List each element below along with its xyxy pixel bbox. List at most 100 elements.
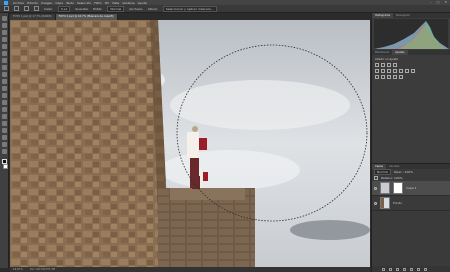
type-tool-icon[interactable]: [1, 121, 7, 126]
lock-icon[interactable]: [374, 176, 378, 180]
posterize-icon[interactable]: [381, 75, 385, 79]
color-lookup-icon[interactable]: [411, 69, 415, 73]
height-label: Altura:: [147, 6, 158, 11]
document-info[interactable]: Doc: 68,7M/137,3M: [30, 268, 55, 271]
zoom-level[interactable]: 16,67%: [13, 268, 23, 271]
tools-panel: [0, 13, 9, 268]
menu-edit[interactable]: Edición: [27, 1, 38, 5]
layer-row[interactable]: Fondo: [372, 196, 450, 211]
healing-brush-tool-icon[interactable]: [1, 58, 7, 63]
brush-tool-icon[interactable]: [1, 65, 7, 70]
new-layer-icon[interactable]: [417, 267, 420, 271]
layer-mask-thumbnail[interactable]: [393, 182, 403, 194]
black-white-icon[interactable]: [393, 69, 397, 73]
right-panels: Histograma Navegador Bibliotecas Ajustes…: [371, 13, 450, 272]
gradient-map-icon[interactable]: [393, 75, 397, 79]
document-tabs: FOTO 1.psd @ 17,7% (RGB/8) FOTO 2.psd @ …: [10, 13, 370, 20]
new-adjustment-icon[interactable]: [403, 267, 406, 271]
blend-mode-select[interactable]: Normal: [374, 169, 391, 175]
gradient-tool-icon[interactable]: [1, 93, 7, 98]
minimize-button[interactable]: –: [430, 0, 432, 4]
document-canvas[interactable]: [10, 20, 370, 267]
lasso-tool-icon[interactable]: [1, 30, 7, 35]
opacity-control[interactable]: Opac.: 100%: [394, 170, 413, 174]
feather-label: Calar:: [44, 6, 53, 11]
channel-mixer-icon[interactable]: [405, 69, 409, 73]
crop-tool-icon[interactable]: [1, 44, 7, 49]
move-tool-icon[interactable]: [1, 16, 7, 21]
path-select-tool-icon[interactable]: [1, 128, 7, 133]
layer-name[interactable]: Fondo: [393, 201, 402, 205]
fill-control[interactable]: Relleno: 100%: [381, 176, 403, 180]
menu-layer[interactable]: Capa: [55, 1, 63, 5]
add-mask-icon[interactable]: [396, 267, 399, 271]
width-label: Anchura:: [129, 6, 143, 11]
vibrance-icon[interactable]: [375, 69, 379, 73]
color-balance-icon[interactable]: [387, 69, 391, 73]
shape-tool-icon[interactable]: [1, 135, 7, 140]
style-select[interactable]: Normal: [107, 5, 125, 12]
maximize-button[interactable]: □: [437, 0, 440, 4]
visibility-eye-icon[interactable]: [374, 186, 377, 190]
menu-filter[interactable]: Filtro: [94, 1, 101, 5]
eraser-tool-icon[interactable]: [1, 86, 7, 91]
red-bag: [203, 172, 208, 181]
red-bag-strap: [199, 138, 207, 150]
quick-select-tool-icon[interactable]: [1, 37, 7, 42]
hand-tool-icon[interactable]: [1, 142, 7, 147]
photo-filter-icon[interactable]: [399, 69, 403, 73]
menu-type[interactable]: Texto: [66, 1, 74, 5]
eyedropper-tool-icon[interactable]: [1, 51, 7, 56]
visibility-eye-icon[interactable]: [374, 201, 377, 205]
tab-histogram[interactable]: Histograma: [372, 13, 394, 18]
link-layers-icon[interactable]: [382, 267, 385, 271]
menu-file[interactable]: Archivo: [13, 1, 24, 5]
brightness-contrast-icon[interactable]: [375, 63, 379, 67]
menu-window[interactable]: Ventana: [122, 1, 134, 5]
close-button[interactable]: ✕: [444, 0, 447, 4]
zoom-tool-icon[interactable]: [1, 149, 7, 154]
hue-saturation-icon[interactable]: [381, 69, 385, 73]
marquee-tool-icon[interactable]: [1, 23, 7, 28]
new-group-icon[interactable]: [410, 267, 413, 271]
history-brush-tool-icon[interactable]: [1, 79, 7, 84]
layer-style-icon[interactable]: [389, 267, 392, 271]
menu-3d[interactable]: 3D: [105, 1, 109, 5]
dark-cloud: [290, 220, 370, 240]
photoshop-logo-icon[interactable]: [4, 0, 8, 5]
layer-name[interactable]: Capa 1: [406, 186, 417, 190]
threshold-icon[interactable]: [387, 75, 391, 79]
feather-input[interactable]: 0 px: [57, 5, 71, 12]
histogram: [374, 19, 449, 49]
layer-row[interactable]: Capa 1: [372, 181, 450, 196]
new-selection-icon[interactable]: [24, 6, 29, 11]
invert-icon[interactable]: [375, 75, 379, 79]
status-bar: 16,67% Doc: 68,7M/137,3M: [10, 267, 370, 272]
tab-adjustments[interactable]: Ajustes: [392, 50, 408, 55]
cloud: [170, 80, 350, 130]
curves-icon[interactable]: [387, 63, 391, 67]
home-icon[interactable]: [4, 6, 9, 11]
tab-libraries[interactable]: Bibliotecas: [372, 50, 392, 55]
trash-icon[interactable]: [424, 267, 427, 271]
menu-image[interactable]: Imagen: [41, 1, 52, 5]
menu-view[interactable]: Vista: [112, 1, 119, 5]
lasso-tool-preset-icon[interactable]: [14, 6, 19, 11]
layers-panel: Capas Canales Normal Opac.: 100% Relleno…: [372, 163, 450, 272]
tab-navigator[interactable]: Navegador: [393, 13, 413, 18]
select-and-mask-button[interactable]: Seleccionar y aplicar máscara...: [162, 5, 217, 12]
pen-tool-icon[interactable]: [1, 114, 7, 119]
blur-tool-icon[interactable]: [1, 100, 7, 105]
selective-color-icon[interactable]: [399, 75, 403, 79]
levels-icon[interactable]: [381, 63, 385, 67]
dodge-tool-icon[interactable]: [1, 107, 7, 112]
adjustments-row: [375, 63, 447, 67]
add-selection-icon[interactable]: [34, 6, 39, 11]
layer-thumbnail: [380, 182, 390, 194]
menu-select[interactable]: Selección: [77, 1, 91, 5]
exposure-icon[interactable]: [393, 63, 397, 67]
clone-stamp-tool-icon[interactable]: [1, 72, 7, 77]
antialias-checkbox[interactable]: Suavizar: [75, 7, 88, 11]
background-color-swatch[interactable]: [3, 164, 8, 169]
menu-help[interactable]: Ayuda: [138, 1, 147, 5]
